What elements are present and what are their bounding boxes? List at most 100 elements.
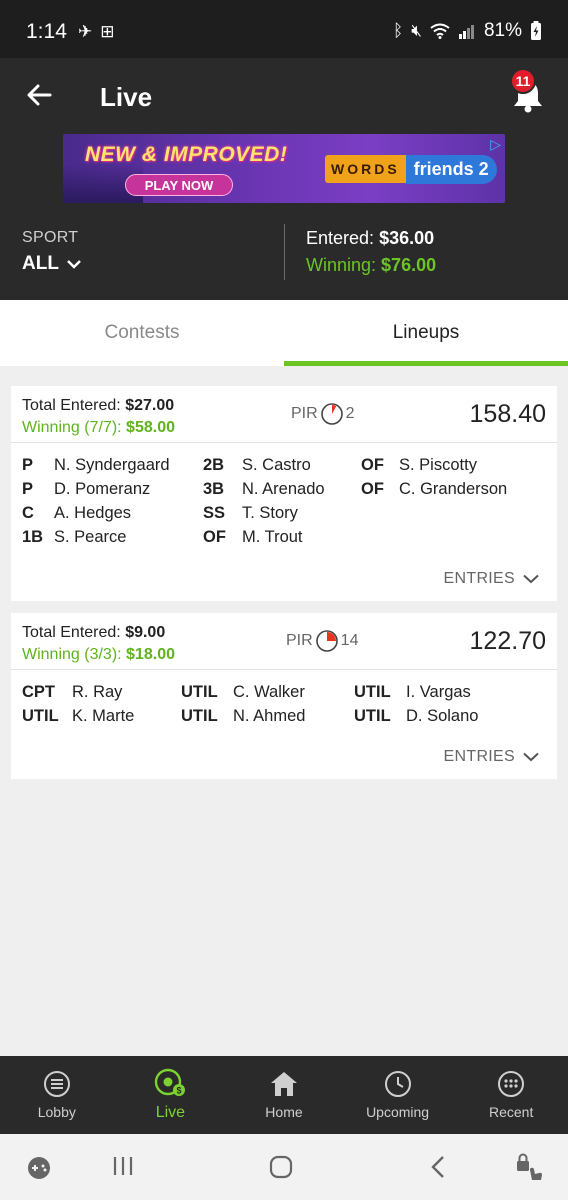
signal-icon <box>458 25 474 39</box>
player-row: UTIL C. Walker <box>181 683 305 702</box>
touch-lock-icon[interactable] <box>514 1152 546 1182</box>
total-entered-label: Total Entered: <box>22 624 121 641</box>
banner-logo: WORDS friends 2 <box>325 153 497 185</box>
nav-home[interactable]: Home <box>227 1056 341 1134</box>
pir-value: 14 <box>340 632 359 649</box>
winning-value: $76.00 <box>381 255 437 275</box>
pir-clock-icon <box>320 403 343 425</box>
nav-label: Live <box>155 1104 186 1121</box>
pir-label: PIR <box>286 632 313 649</box>
player-position: 3B <box>203 480 225 498</box>
lineup-card-header: Total Entered: $9.00 Winning (3/3): $18.… <box>11 613 557 670</box>
banner-play-now-button[interactable]: PLAY NOW <box>125 174 233 196</box>
lineup-card[interactable]: Total Entered: $9.00 Winning (3/3): $18.… <box>11 613 557 779</box>
status-right: ᛒ 🔇︎ 81% <box>393 20 542 42</box>
player-position: OF <box>361 456 384 474</box>
player-position: OF <box>203 528 226 546</box>
player-row: UTIL N. Ahmed <box>181 707 305 726</box>
nav-label: Home <box>265 1104 303 1120</box>
chevron-down-icon <box>523 752 539 762</box>
banner-logo-words: WORDS <box>325 155 406 183</box>
adchoices-icon[interactable]: ▷ <box>490 136 501 153</box>
ad-banner[interactable]: NEW & IMPROVED! PLAY NOW WORDS friends 2… <box>63 134 505 203</box>
player-position: UTIL <box>181 707 218 725</box>
lineup-winning-label: Winning (7/7): <box>22 419 122 436</box>
live-icon: $ <box>155 1068 186 1096</box>
lineup-winning: Winning (3/3): $18.00 <box>22 644 175 666</box>
player-row: OF C. Granderson <box>361 480 507 499</box>
lineup-points: 122.70 <box>469 627 546 655</box>
status-left-icons: ✈ ⊞ <box>78 22 115 42</box>
player-position: CPT <box>22 683 55 701</box>
back-arrow-icon[interactable] <box>24 80 54 110</box>
mute-icon: 🔇︎ <box>411 21 422 40</box>
player-row: C A. Hedges <box>22 504 131 523</box>
player-row: CPT R. Ray <box>22 683 122 702</box>
lineup-card-header: Total Entered: $27.00 Winning (7/7): $58… <box>11 386 557 443</box>
system-nav-bar <box>0 1134 568 1200</box>
airplane-notification-icon: ✈ <box>78 22 93 41</box>
player-position: P <box>22 480 34 498</box>
entries-label: ENTRIES <box>443 748 515 765</box>
total-entered-label: Total Entered: <box>22 397 121 414</box>
sport-dropdown[interactable]: ALL <box>22 253 81 275</box>
player-row: P D. Pomeranz <box>22 480 150 499</box>
pir-indicator: PIR 14 <box>286 629 358 653</box>
page-title: Live <box>100 82 153 112</box>
nav-upcoming[interactable]: Upcoming <box>341 1056 455 1134</box>
lineup-winning-value: $58.00 <box>126 419 175 436</box>
sport-value: ALL <box>22 253 59 274</box>
player-name: C. Granderson <box>399 480 508 498</box>
player-row: OF M. Trout <box>203 528 303 547</box>
pir-value: 2 <box>345 405 355 422</box>
header-divider <box>284 224 285 280</box>
game-launcher-icon[interactable] <box>26 1155 52 1181</box>
tab-lineups[interactable]: Lineups <box>284 300 568 366</box>
player-name: N. Syndergaard <box>54 456 170 474</box>
nav-live[interactable]: $ Live <box>114 1056 228 1134</box>
player-row: 3B N. Arenado <box>203 480 325 499</box>
upcoming-icon <box>384 1071 411 1097</box>
lineup-card[interactable]: Total Entered: $27.00 Winning (7/7): $58… <box>11 386 557 601</box>
recent-icon <box>498 1071 525 1097</box>
entries-label: ENTRIES <box>443 570 515 587</box>
player-name: R. Ray <box>72 683 123 701</box>
lineup-winning-label: Winning (3/3): <box>22 646 122 663</box>
battery-percent: 81% <box>483 20 522 41</box>
pir-label: PIR <box>291 405 318 422</box>
battery-icon <box>531 21 541 40</box>
recent-apps-icon[interactable] <box>112 1155 134 1177</box>
player-name: N. Arenado <box>242 480 325 498</box>
player-position: UTIL <box>22 707 59 725</box>
player-name: D. Pomeranz <box>54 480 151 498</box>
pir-indicator: PIR 2 <box>291 402 355 426</box>
tab-contests[interactable]: Contests <box>0 300 284 366</box>
player-position: UTIL <box>181 683 218 701</box>
player-row: 2B S. Castro <box>203 456 311 475</box>
entries-toggle-button[interactable]: ENTRIES <box>444 748 539 766</box>
player-row: UTIL K. Marte <box>22 707 134 726</box>
player-row: P N. Syndergaard <box>22 456 170 475</box>
entries-toggle-button[interactable]: ENTRIES <box>444 570 539 588</box>
player-name: S. Pearce <box>54 528 127 546</box>
player-position: UTIL <box>354 707 391 725</box>
player-row: UTIL I. Vargas <box>354 683 471 702</box>
lineup-totals: Total Entered: $9.00 Winning (3/3): $18.… <box>22 622 175 666</box>
player-position: 1B <box>22 528 44 546</box>
nav-lobby[interactable]: Lobby <box>0 1056 114 1134</box>
nav-recent[interactable]: Recent <box>454 1056 568 1134</box>
home-button-icon[interactable] <box>269 1155 293 1179</box>
banner-logo-friends: friends 2 <box>405 154 497 184</box>
player-name: D. Solano <box>406 707 479 725</box>
chevron-down-icon <box>523 574 539 584</box>
player-position: C <box>22 504 34 522</box>
svg-text:$: $ <box>177 1086 182 1096</box>
back-button-icon[interactable] <box>430 1155 446 1179</box>
app-notification-icon: ⊞ <box>100 22 115 41</box>
player-position: 2B <box>203 456 225 474</box>
status-bar: 1:14 ✈ ⊞ ᛒ 🔇︎ 81% <box>0 0 568 58</box>
bluetooth-icon: ᛒ <box>393 21 404 40</box>
nav-label: Lobby <box>37 1104 76 1120</box>
banner-headline: NEW & IMPROVED! <box>85 143 288 166</box>
player-name: S. Castro <box>242 456 311 474</box>
